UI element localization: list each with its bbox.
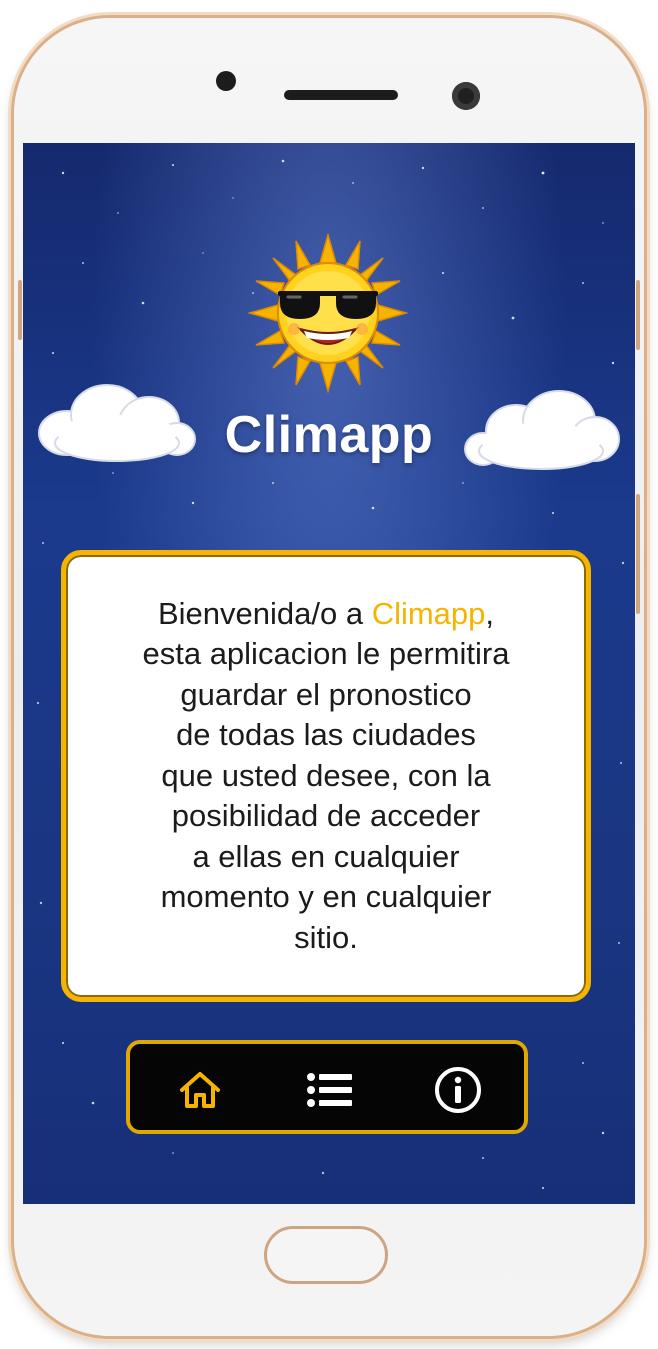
side-button [18,280,22,340]
welcome-app-name: Climapp [371,595,486,631]
welcome-line: que usted desee, con la [161,757,491,793]
front-camera [452,82,480,110]
sun-with-sunglasses-icon [248,233,408,393]
proximity-sensor [216,71,236,91]
welcome-line: posibilidad de acceder [171,798,481,834]
volume-button [636,280,640,350]
home-icon [180,1072,220,1108]
nav-info-button[interactable] [432,1064,484,1116]
power-button [636,494,640,614]
phone-home-button[interactable] [264,1226,388,1284]
welcome-line: esta aplicacion le permitira [142,636,510,672]
welcome-card: Bienvenida/o a Climapp, esta aplicacion … [61,550,591,1002]
welcome-line: sitio. [294,919,358,955]
info-icon [435,1067,481,1113]
nav-home-button[interactable] [174,1064,226,1116]
welcome-comma: , [485,595,495,631]
earpiece-speaker [284,90,398,100]
list-icon [307,1073,352,1107]
bottom-navigation-bar [126,1040,528,1134]
nav-list-button[interactable] [303,1064,355,1116]
app-title: Climapp [224,406,434,464]
welcome-line: momento y en cualquier [160,879,492,915]
app-screen: Climapp Bienvenida/o a Climapp, esta apl… [23,143,635,1204]
welcome-line: a ellas en cualquier [192,838,460,874]
welcome-text: Bienvenida/o a Climapp, esta aplicacion … [91,594,561,959]
welcome-prefix: Bienvenida/o a [157,595,372,631]
welcome-line: de todas las ciudades [176,717,476,753]
welcome-line: guardar el pronostico [180,676,472,712]
